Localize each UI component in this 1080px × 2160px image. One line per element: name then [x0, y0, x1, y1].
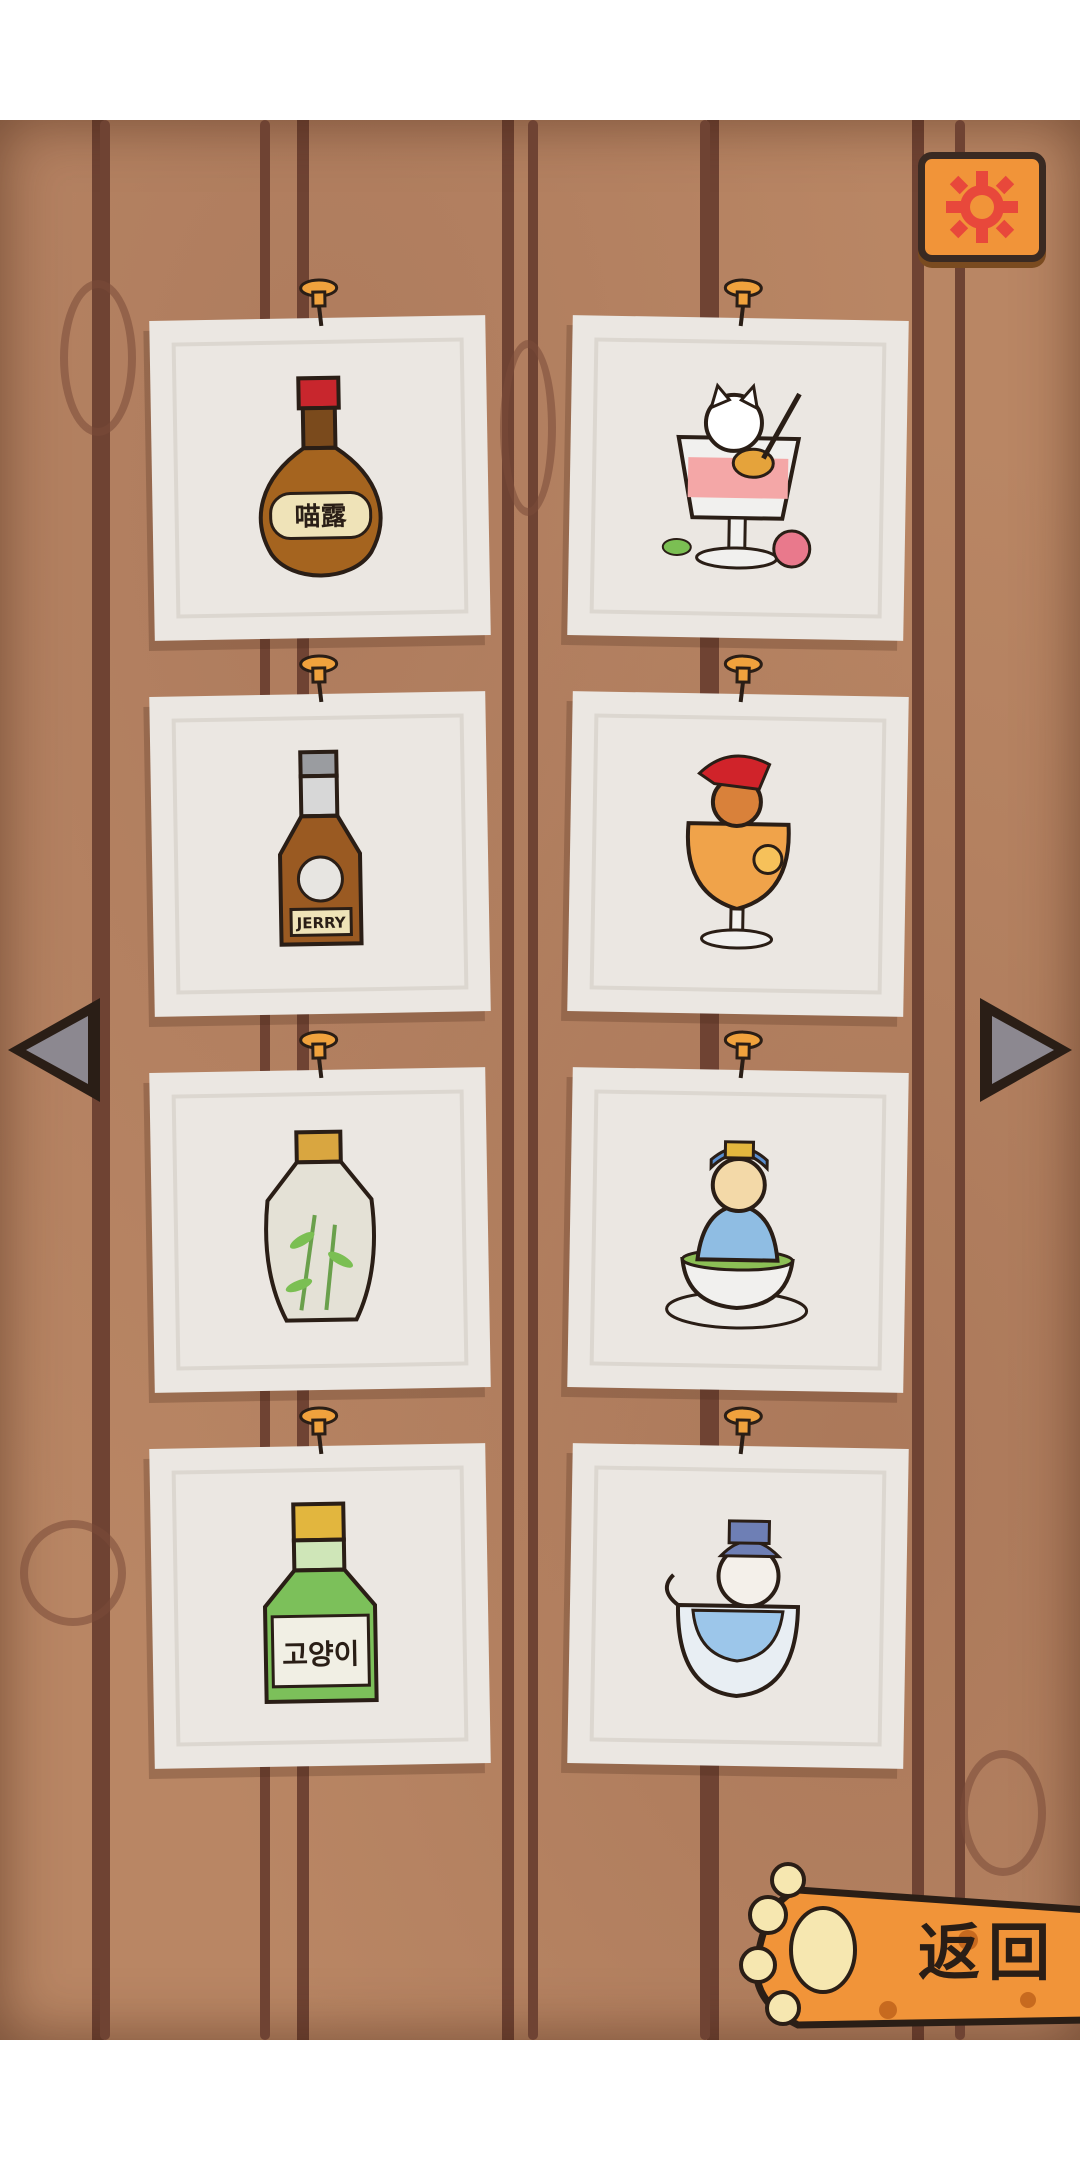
whisky-bottle-icon: JERRY: [277, 749, 364, 947]
next-page-button[interactable]: [970, 990, 1080, 1110]
previous-page-button[interactable]: [0, 990, 110, 1110]
pushpin-icon: [299, 1030, 339, 1079]
bottle-label-text: 喵露: [294, 502, 348, 533]
pushpin-icon: [723, 1406, 763, 1455]
triangle-left-icon: [8, 998, 100, 1102]
back-button-label: 返回: [917, 1916, 1058, 1989]
back-button[interactable]: 返回: [728, 1850, 1080, 2040]
wood-knot: [20, 1520, 126, 1626]
collection-card[interactable]: [567, 654, 909, 1017]
collection-card[interactable]: [567, 1406, 909, 1769]
collection-card[interactable]: [567, 1030, 909, 1393]
collection-card[interactable]: [567, 278, 909, 641]
white-bamboo-bottle-icon: [264, 1129, 376, 1323]
cat-blue-bowl-icon: [665, 1519, 801, 1698]
green-soju-bottle-icon: 고양이: [262, 1501, 379, 1704]
cat-orange-drink-icon: [685, 754, 791, 950]
pushpin-icon: [723, 654, 763, 703]
pushpin-icon: [299, 654, 339, 703]
cat-green-tea-icon: [665, 1140, 809, 1330]
amber-bottle-icon: 喵露: [258, 375, 383, 578]
bottle-label-text: 고양이: [282, 1637, 360, 1671]
collection-card[interactable]: JERRY: [149, 654, 491, 1017]
collection-card[interactable]: [149, 1030, 491, 1393]
gear-icon: [946, 171, 1018, 243]
triangle-right-icon: [980, 998, 1072, 1102]
bottle-label-text: JERRY: [296, 914, 347, 933]
collection-card[interactable]: 고양이: [149, 1406, 491, 1769]
pushpin-icon: [299, 278, 339, 327]
collection-card[interactable]: 喵露: [149, 278, 491, 641]
wood-knot: [60, 280, 136, 436]
wood-knot: [500, 340, 556, 516]
pushpin-icon: [723, 278, 763, 327]
settings-button[interactable]: [918, 152, 1046, 262]
pushpin-icon: [723, 1030, 763, 1079]
pushpin-icon: [299, 1406, 339, 1455]
cat-dessert-guitar-icon: [661, 382, 812, 570]
wood-grain-line: [955, 120, 965, 2040]
